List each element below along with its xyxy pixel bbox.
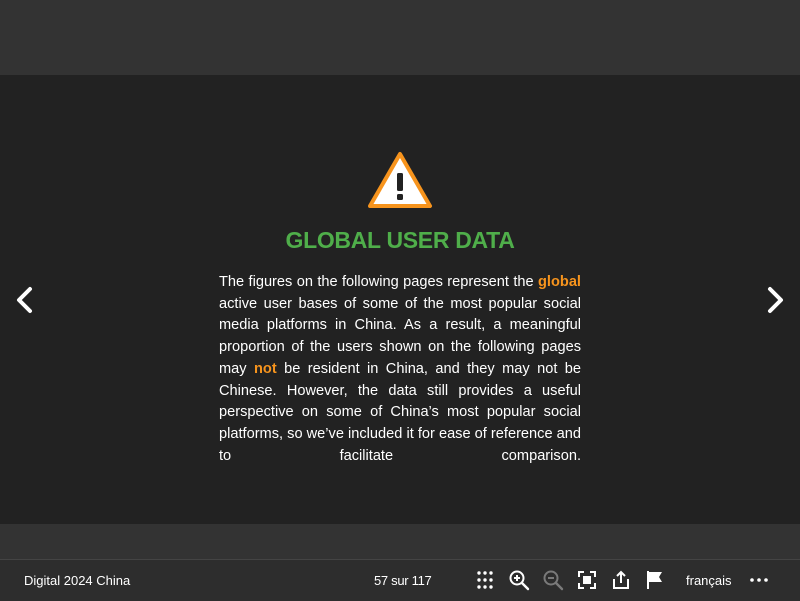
flag-icon: [647, 571, 662, 589]
share-button[interactable]: [610, 569, 632, 591]
page-indicator: 57 sur 117: [374, 573, 432, 588]
report-button[interactable]: [644, 569, 666, 591]
document-title: Digital 2024 China: [24, 573, 131, 588]
zoom-out-icon: [543, 570, 564, 591]
grid-icon: [477, 571, 493, 589]
warning-icon: [367, 151, 433, 209]
more-icon: [750, 578, 768, 582]
chevron-right-icon: [768, 287, 783, 313]
previous-page-button[interactable]: [10, 284, 40, 316]
slide-body-text: The figures on the following pages repre…: [219, 272, 581, 467]
viewer-bottom-area: [0, 524, 800, 559]
highlight-global: global: [538, 274, 581, 290]
fullscreen-button[interactable]: [576, 569, 598, 591]
document-slide: GLOBAL USER DATA The figures on the foll…: [0, 75, 800, 524]
zoom-in-icon: [509, 570, 530, 591]
next-page-button[interactable]: [760, 284, 790, 316]
share-icon: [613, 570, 629, 589]
grid-view-button[interactable]: [474, 569, 496, 591]
viewer-top-area: [0, 0, 800, 75]
chevron-left-icon: [17, 287, 32, 313]
slide-title: GLOBAL USER DATA: [285, 227, 515, 253]
language-selector[interactable]: français: [686, 573, 732, 588]
body-text-part: The figures on the following pages repre…: [219, 274, 539, 290]
highlight-not: not: [253, 360, 277, 377]
zoom-out-button[interactable]: [542, 569, 564, 591]
fullscreen-icon: [578, 571, 596, 589]
bottom-toolbar: Digital 2024 China 57 sur 117 français: [0, 559, 800, 601]
zoom-in-button[interactable]: [508, 569, 530, 591]
more-options-button[interactable]: [748, 569, 770, 591]
